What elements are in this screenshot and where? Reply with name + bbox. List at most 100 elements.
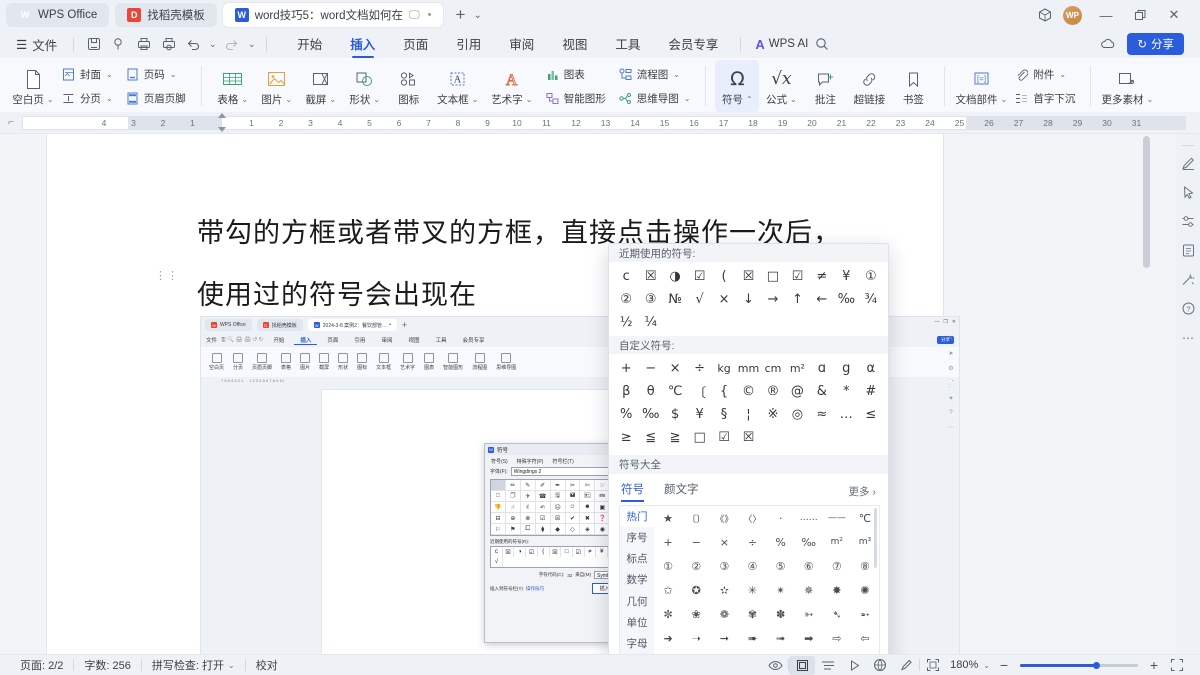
wordart-button[interactable]: A 艺术字⌄ (485, 60, 539, 112)
library-symbol-cell[interactable]: · (767, 506, 795, 530)
library-symbol-cell[interactable]: ◈ (738, 650, 766, 654)
symbol-cell[interactable]: √ (687, 288, 711, 311)
library-symbol-cell[interactable]: ✫ (710, 578, 738, 602)
category-热门[interactable]: 热门 (620, 506, 654, 527)
symbol-cell[interactable]: ¥ (687, 403, 711, 426)
redo-icon[interactable] (220, 33, 243, 55)
print-preview-icon[interactable] (157, 33, 180, 55)
horizontal-ruler[interactable]: ⌐ 43211234567891011121314151617181920212… (0, 112, 1200, 134)
close-icon[interactable]: • (428, 9, 432, 21)
symbol-cell[interactable]: ≠ (810, 265, 834, 288)
symbol-cell[interactable]: 〔 (687, 380, 711, 403)
tab-emoticons[interactable]: 颜文字 (664, 481, 699, 502)
symbol-cell[interactable]: ↑ (785, 288, 809, 311)
category-几何[interactable]: 几何 (620, 591, 654, 612)
symbol-dropdown-panel[interactable]: 近期使用的符号: c☒◑☑(☒□☑≠¥①②③№√×↓→↑←‰¾½¼ 自定义符号:… (608, 243, 889, 654)
chevron-down-icon[interactable]: ⌄ (473, 10, 481, 21)
symbol-cell[interactable]: ☑ (687, 265, 711, 288)
proofread-button[interactable]: 校对 (246, 657, 288, 673)
search-icon[interactable] (810, 33, 833, 55)
more-materials-button[interactable]: 更多素材⌄ (1100, 60, 1154, 112)
wps-ai-button[interactable]: A WPS AI (755, 37, 808, 52)
screenshot-button[interactable]: 截屏⌄ (299, 60, 343, 112)
symbol-cell[interactable]: ( (712, 265, 736, 288)
page-indicator[interactable]: 页面: 2/2 (10, 657, 73, 673)
symbol-cell[interactable]: ® (761, 380, 785, 403)
library-symbol-cell[interactable]: ▤ (823, 650, 851, 654)
library-symbol-cell[interactable]: ➵ (851, 602, 879, 626)
library-symbol-cell[interactable]: ✺ (851, 578, 879, 602)
symbol-cell[interactable]: □ (687, 426, 711, 449)
library-symbol-cell[interactable]: 〔〕 (682, 506, 710, 530)
library-symbol-cell[interactable]: ④ (738, 554, 766, 578)
magic-tools-icon[interactable] (1176, 265, 1200, 294)
table-button[interactable]: 表格⌄ (211, 60, 255, 112)
zoom-in-button[interactable]: + (1144, 657, 1164, 673)
tab-reference[interactable]: 引用 (442, 31, 495, 57)
page-view-icon[interactable] (789, 656, 815, 675)
library-symbol-cell[interactable]: ➟ (767, 626, 795, 650)
category-标点[interactable]: 标点 (620, 548, 654, 569)
read-view-icon[interactable] (841, 656, 867, 675)
tab-wps-office[interactable]: W WPS Office (6, 3, 109, 27)
tab-stop-icon[interactable]: ⌐ (0, 112, 22, 133)
more-dots-icon[interactable]: ⋯ (1176, 323, 1200, 352)
symbol-cell[interactable]: & (810, 380, 834, 403)
first-line-indent-marker[interactable] (218, 113, 226, 118)
fullscreen-icon[interactable] (1164, 656, 1190, 675)
symbol-cell[interactable]: □ (761, 265, 785, 288)
avatar[interactable]: WP (1063, 6, 1082, 25)
chart-button[interactable]: 图表 (542, 64, 609, 85)
library-symbol-cell[interactable]: × (710, 530, 738, 554)
search-doc-icon[interactable] (107, 33, 130, 55)
library-symbol-cell[interactable]: ⑤ (767, 554, 795, 578)
symbol-cell[interactable]: @ (785, 380, 809, 403)
symbol-cell[interactable]: β (614, 380, 638, 403)
undo-icon[interactable] (182, 33, 205, 55)
spellcheck-status[interactable]: 拼写检查: 打开 ⌄ (142, 657, 245, 673)
outline-view-icon[interactable] (815, 656, 841, 675)
zoom-slider[interactable] (1020, 658, 1138, 672)
library-symbol-cell[interactable]: ③ (710, 554, 738, 578)
library-symbol-cell[interactable]: ➠ (738, 626, 766, 650)
save-icon[interactable] (82, 33, 105, 55)
library-symbol-cell[interactable]: ▰ (710, 650, 738, 654)
symbol-button[interactable]: Ω 符号⌃ (715, 60, 759, 112)
mindmap-button[interactable]: 思维导图 ⌄ (615, 88, 694, 109)
symbol-cell[interactable]: × (663, 357, 687, 380)
library-symbol-cell[interactable]: ▥ (851, 650, 879, 654)
cloud-sync-icon[interactable] (1097, 33, 1119, 55)
fit-screen-icon[interactable] (920, 656, 946, 675)
formula-button[interactable]: √x 公式⌄ (759, 60, 803, 112)
symbol-cell[interactable]: $ (663, 403, 687, 426)
library-symbol-cell[interactable]: % (767, 530, 795, 554)
library-symbol-cell[interactable]: ✸ (823, 578, 851, 602)
settings-sliders-icon[interactable] (1176, 207, 1200, 236)
symbol-cell[interactable]: ≤ (859, 403, 883, 426)
library-symbol-cell[interactable]: ⇨ (823, 626, 851, 650)
symbol-cell[interactable]: ◑ (663, 265, 687, 288)
picture-button[interactable]: 图片⌄ (255, 60, 299, 112)
library-symbol-cell[interactable]: ➞ (710, 626, 738, 650)
symbol-cell[interactable]: ① (859, 265, 883, 288)
symbol-cell[interactable]: ☒ (638, 265, 662, 288)
symbol-cell[interactable]: ≈ (810, 403, 834, 426)
library-symbol-cell[interactable]: ★ (654, 506, 682, 530)
bookmark-button[interactable]: 书签 (891, 60, 935, 112)
library-symbol-cell[interactable]: ① (654, 554, 682, 578)
comment-button[interactable]: 批注 (803, 60, 847, 112)
symbol-cell[interactable]: ≧ (663, 426, 687, 449)
library-symbol-cell[interactable]: ❁ (710, 602, 738, 626)
category-序号[interactable]: 序号 (620, 527, 654, 548)
attachment-button[interactable]: 附件 ⌄ (1011, 64, 1078, 85)
symbol-cell[interactable]: cm (761, 357, 785, 380)
page-break-button[interactable]: 分页 ⌄ (58, 88, 116, 109)
library-symbol-cell[interactable]: ➜ (654, 626, 682, 650)
zoom-out-button[interactable]: − (994, 657, 1014, 673)
symbol-cell[interactable]: ½ (614, 311, 638, 334)
symbol-cell[interactable]: g (834, 357, 858, 380)
cover-button[interactable]: 封面 ⌄ (58, 64, 116, 85)
header-footer-button[interactable]: 页眉页脚 (122, 88, 189, 109)
tab-active-document[interactable]: W word技巧5：word文档如何在 🖵 • (223, 3, 444, 27)
drag-handle-icon[interactable]: ⋮⋮ (155, 274, 163, 279)
